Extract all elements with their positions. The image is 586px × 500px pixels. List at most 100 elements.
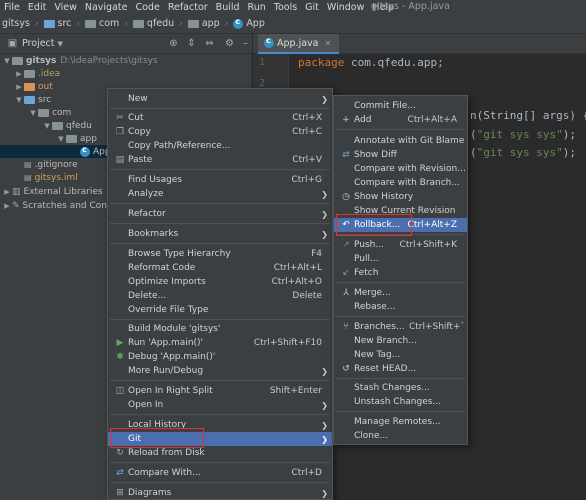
- code-fragment: ("git sys sys");: [470, 146, 576, 159]
- menu-divider: [336, 411, 465, 412]
- menu-item-diagrams[interactable]: ⊞ Diagrams ❯: [108, 486, 332, 500]
- menu-git[interactable]: Git: [301, 2, 323, 13]
- git-item-fetch[interactable]: ↙ Fetch: [334, 266, 467, 280]
- git-item-push[interactable]: ↗ Push... Ctrl+Shift+K: [334, 238, 467, 252]
- git-item-unstash[interactable]: Unstash Changes...: [334, 395, 467, 409]
- menu-code[interactable]: Code: [131, 2, 163, 13]
- collapse-all-icon[interactable]: ⇔: [204, 38, 215, 49]
- menu-tools[interactable]: Tools: [270, 2, 301, 13]
- git-item-add[interactable]: + Add Ctrl+Alt+A: [334, 113, 467, 127]
- git-item-reset-head[interactable]: ↺ Reset HEAD...: [334, 362, 467, 376]
- menu-item-optimize-imports[interactable]: Optimize Imports Ctrl+Alt+O: [108, 275, 332, 289]
- menu-item-override-file-type[interactable]: Override File Type: [108, 303, 332, 317]
- chevron-right-icon: ❯: [321, 420, 328, 430]
- menu-item-debug[interactable]: ✱ Debug 'App.main()': [108, 350, 332, 364]
- menu-item-reload-from-disk[interactable]: ↻ Reload from Disk: [108, 446, 332, 460]
- git-item-stash[interactable]: Stash Changes...: [334, 381, 467, 395]
- library-icon: ▥: [12, 186, 21, 197]
- git-item-new-tag[interactable]: New Tag...: [334, 348, 467, 362]
- git-item-clone[interactable]: Clone...: [334, 429, 467, 443]
- tree-item-qfedu[interactable]: ▼ qfedu: [42, 119, 92, 132]
- menu-refactor[interactable]: Refactor: [164, 2, 212, 13]
- menu-item-delete[interactable]: Delete... Delete: [108, 289, 332, 303]
- breadcrumb: gitsys › src › com › qfedu › app › App: [0, 14, 586, 34]
- menu-item-cut[interactable]: ✂ Cut Ctrl+X: [108, 111, 332, 125]
- push-icon: ↗: [342, 240, 350, 250]
- menu-view[interactable]: View: [50, 2, 81, 13]
- menu-run[interactable]: Run: [244, 2, 270, 13]
- menu-item-browse-type-hierarchy[interactable]: Browse Type Hierarchy F4: [108, 247, 332, 261]
- reload-icon: ↻: [116, 448, 124, 458]
- menu-item-bookmarks[interactable]: Bookmarks ❯: [108, 227, 332, 241]
- menu-item-open-in[interactable]: Open In ❯: [108, 398, 332, 412]
- crumb-project[interactable]: gitsys: [2, 18, 30, 29]
- menu-divider: [110, 482, 330, 483]
- menu-item-analyze[interactable]: Analyze ❯: [108, 187, 332, 201]
- line-number: 1: [259, 57, 266, 68]
- tab-app-java[interactable]: App.java ✕: [258, 34, 340, 54]
- menu-item-paste[interactable]: ▤ Paste Ctrl+V: [108, 153, 332, 167]
- crumb-com[interactable]: com: [85, 18, 119, 29]
- tree-item-idea[interactable]: ▶ .idea: [14, 67, 60, 80]
- tree-item-com[interactable]: ▼ com: [28, 106, 71, 119]
- chevron-right-icon: ▶: [4, 201, 10, 210]
- tree-item-out[interactable]: ▶ out: [14, 80, 52, 93]
- git-item-rebase[interactable]: Rebase...: [334, 300, 467, 314]
- menu-item-reformat-code[interactable]: Reformat Code Ctrl+Alt+L: [108, 261, 332, 275]
- menu-item-open-right-split[interactable]: ◫ Open In Right Split Shift+Enter: [108, 384, 332, 398]
- main-menu-bar: File Edit View Navigate Code Refactor Bu…: [0, 0, 586, 14]
- expand-all-icon[interactable]: ⇕: [186, 38, 197, 49]
- menu-item-more-run-debug[interactable]: More Run/Debug ❯: [108, 364, 332, 378]
- chevron-right-icon: ❯: [321, 488, 328, 498]
- menu-item-find-usages[interactable]: Find Usages Ctrl+G: [108, 173, 332, 187]
- tree-item-iml[interactable]: ▤ gitsys.iml: [24, 171, 78, 184]
- git-item-branches[interactable]: ⑂ Branches... Ctrl+Shift+`: [334, 320, 467, 334]
- git-item-show-diff[interactable]: ⇄ Show Diff: [334, 148, 467, 162]
- menu-build[interactable]: Build: [212, 2, 244, 13]
- tree-item-external-libraries[interactable]: ▶ ▥ External Libraries: [2, 185, 102, 198]
- chevron-right-icon: ❯: [321, 366, 328, 376]
- git-item-commit-file[interactable]: Commit File...: [334, 99, 467, 113]
- code-line-1: package com.qfedu.app;: [298, 56, 444, 69]
- tree-item-gitsys[interactable]: ▼ gitsys D:\ideaProjects\gitsys: [2, 54, 157, 67]
- tree-item-scratches[interactable]: ▶ ✎ Scratches and Cons: [2, 199, 111, 212]
- menu-item-compare-with[interactable]: ⇄ Compare With... Ctrl+D: [108, 466, 332, 480]
- git-item-manage-remotes[interactable]: Manage Remotes...: [334, 415, 467, 429]
- tree-item-app-package[interactable]: ▼ app: [56, 132, 97, 145]
- menu-item-refactor[interactable]: Refactor ❯: [108, 207, 332, 221]
- menu-item-build-module[interactable]: Build Module 'gitsys': [108, 322, 332, 336]
- chevron-right-icon: ❯: [321, 434, 328, 444]
- locate-icon[interactable]: ⊕: [168, 38, 179, 49]
- chevron-right-icon: ›: [34, 18, 39, 29]
- tree-item-gitignore[interactable]: ▤ .gitignore: [24, 158, 78, 171]
- folder-icon: [24, 69, 35, 78]
- tree-item-src[interactable]: ▼ src: [14, 93, 51, 106]
- branch-icon: ⑂: [343, 322, 349, 332]
- tree-item-app-class[interactable]: App: [0, 145, 112, 158]
- git-item-merge[interactable]: ⅄ Merge...: [334, 286, 467, 300]
- minimize-icon[interactable]: –: [240, 38, 251, 49]
- code-fragment: ("git sys sys");: [470, 128, 576, 141]
- git-item-annotate[interactable]: Annotate with Git Blame: [334, 134, 467, 148]
- crumb-app[interactable]: app: [187, 18, 220, 29]
- menu-window[interactable]: Window: [323, 2, 368, 13]
- crumb-qfedu[interactable]: qfedu: [132, 18, 174, 29]
- menu-item-run[interactable]: ▶ Run 'App.main()' Ctrl+Shift+F10: [108, 336, 332, 350]
- git-item-compare-branch[interactable]: Compare with Branch...: [334, 176, 467, 190]
- menu-item-new[interactable]: New ❯: [108, 92, 332, 106]
- close-icon[interactable]: ✕: [324, 39, 331, 48]
- gear-icon[interactable]: ⚙: [224, 38, 235, 49]
- git-item-new-branch[interactable]: New Branch...: [334, 334, 467, 348]
- git-item-show-history[interactable]: ◷ Show History: [334, 190, 467, 204]
- menu-file[interactable]: File: [0, 2, 24, 13]
- fetch-icon: ↙: [342, 268, 350, 278]
- crumb-class[interactable]: App: [233, 17, 265, 29]
- project-panel-title[interactable]: Project ▼: [22, 38, 63, 49]
- git-item-pull[interactable]: Pull...: [334, 252, 467, 266]
- git-item-compare-revision[interactable]: Compare with Revision...: [334, 162, 467, 176]
- menu-item-copy[interactable]: ❐ Copy Ctrl+C: [108, 125, 332, 139]
- crumb-src[interactable]: src: [43, 18, 71, 29]
- menu-edit[interactable]: Edit: [24, 2, 50, 13]
- menu-navigate[interactable]: Navigate: [81, 2, 132, 13]
- menu-item-copy-path[interactable]: Copy Path/Reference...: [108, 139, 332, 153]
